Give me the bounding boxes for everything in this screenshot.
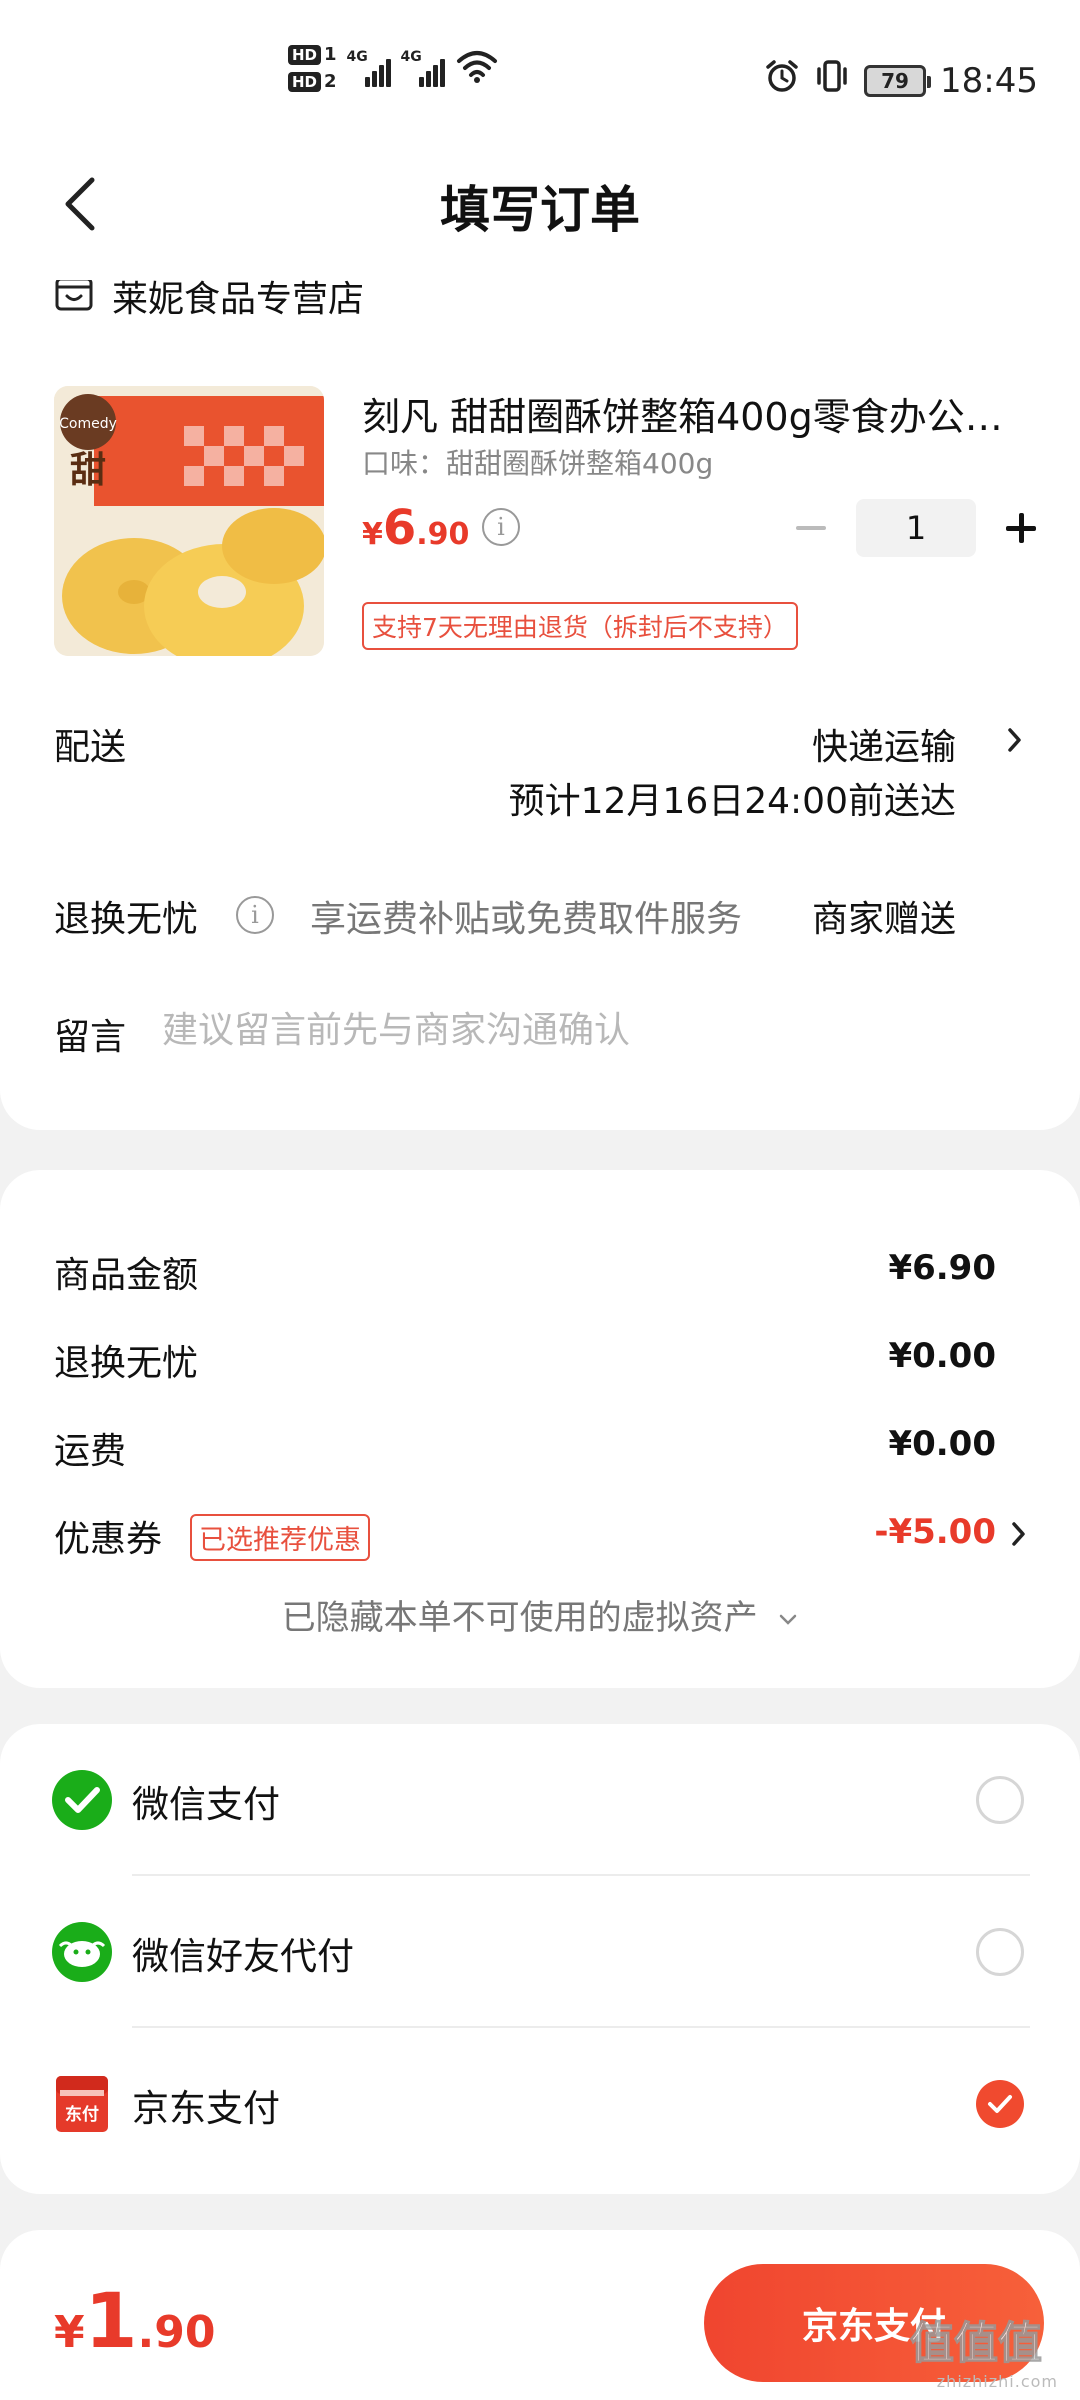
price-integer: 6 [382, 500, 417, 556]
delivery-eta: 预计12月16日24:00前送达 [508, 781, 956, 822]
wifi-icon [455, 49, 499, 87]
insurance-fee-value: ¥0.00 [888, 1336, 996, 1376]
insurance-info-icon[interactable]: i [236, 896, 274, 934]
minus-icon [796, 526, 826, 530]
coupon-badge: 已选推荐优惠 [190, 1514, 370, 1561]
coupon-label: 优惠券 [54, 1519, 163, 1560]
alarm-icon [764, 58, 800, 103]
chevron-down-icon [780, 1614, 797, 1625]
remark-label: 留言 [54, 1017, 127, 1058]
delivery-label: 配送 [54, 727, 127, 768]
insurance-gift: 商家赠送 [811, 899, 956, 940]
svg-text:值值值: 值值值 [910, 2318, 1042, 2369]
clock: 18:45 [940, 60, 1038, 101]
payment-method-card: 微信支付 微信好友代付 东付 京东支付 [0, 1724, 1080, 2194]
svg-text:甜: 甜 [70, 450, 106, 491]
check-icon [988, 2095, 1012, 2113]
watermark-url: zhizhizhi.com [936, 2372, 1058, 2391]
chevron-right-icon[interactable] [1000, 720, 1030, 760]
price-currency: ¥ [362, 517, 383, 552]
sim2-badge: HD 2 [288, 71, 337, 92]
radio-unchecked[interactable] [976, 1928, 1024, 1976]
decrease-button[interactable] [786, 498, 836, 558]
radio-unchecked[interactable] [976, 1776, 1024, 1824]
insurance-label: 退换无忧 [54, 899, 199, 940]
wechat-friend-pay-icon [52, 1922, 112, 1982]
svg-text:东付: 东付 [65, 2104, 99, 2125]
product-spec: 口味：甜甜圈酥饼整箱400g [362, 447, 714, 480]
remark-input[interactable] [162, 1010, 1022, 1051]
order-page: 莱妮食品专营店 Comedy 甜 刻凡 甜甜圈酥饼整箱400g零食办公… 口味：… [0, 0, 1080, 2400]
payment-label: 微信好友代付 [132, 1935, 354, 1978]
increase-button[interactable] [996, 498, 1046, 558]
payment-label: 京东支付 [132, 2087, 280, 2130]
battery-icon: 79 [864, 64, 932, 97]
page-header: 填写订单 [0, 150, 1080, 280]
total-amount: ¥ 1 .90 [54, 2276, 216, 2365]
product-title[interactable]: 刻凡 甜甜圈酥饼整箱400g零食办公… [362, 386, 1012, 441]
payment-label: 微信支付 [132, 1783, 280, 1826]
return-policy-badge: 支持7天无理由退货（拆封后不支持） [362, 602, 798, 650]
vibrate-icon [814, 58, 850, 103]
coupon-value[interactable]: -¥5.00 [874, 1512, 996, 1552]
shipping-fee-value: ¥0.00 [888, 1424, 996, 1464]
signal-icon: 4G [401, 49, 445, 87]
insurance-fee-label: 退换无忧 [54, 1343, 199, 1384]
product-image[interactable]: Comedy 甜 [54, 386, 324, 656]
order-card: 莱妮食品专营店 Comedy 甜 刻凡 甜甜圈酥饼整箱400g零食办公… 口味：… [0, 150, 1080, 1130]
fee-breakdown-card: 商品金额 ¥6.90 退换无忧 ¥0.00 运费 ¥0.00 优惠券 已选推荐优… [0, 1170, 1080, 1688]
page-title: 填写订单 [440, 181, 640, 239]
status-right: 79 18:45 [764, 58, 1038, 103]
svg-text:Comedy: Comedy [59, 416, 117, 432]
price-info-icon[interactable]: i [482, 508, 520, 546]
payment-option-wechat[interactable]: 微信支付 [0, 1724, 1080, 1874]
store-icon [54, 274, 94, 318]
price-decimal: .90 [416, 517, 470, 552]
signal-icon: 4G [347, 49, 391, 87]
insurance-description: 享运费补贴或免费取件服务 [310, 899, 743, 940]
quantity-stepper: 1 [786, 498, 1046, 558]
chevron-right-icon[interactable] [1004, 1514, 1034, 1554]
status-bar: HD 1 HD 2 4G 4G 79 18:45 [0, 0, 1080, 150]
radio-checked[interactable] [976, 2080, 1024, 2128]
payment-option-jd[interactable]: 东付 京东支付 [0, 2028, 1080, 2178]
payment-option-wechat-friend[interactable]: 微信好友代付 [0, 1876, 1080, 2026]
wechat-pay-icon [52, 1770, 112, 1830]
status-left: HD 1 HD 2 4G 4G [288, 44, 499, 92]
delivery-method[interactable]: 快递运输 [812, 718, 956, 770]
product-price: ¥ 6 .90 [362, 500, 469, 556]
goods-amount-label: 商品金额 [54, 1255, 199, 1296]
shipping-fee-label: 运费 [54, 1431, 127, 1472]
quantity-value[interactable]: 1 [856, 499, 976, 557]
sim1-badge: HD 1 [288, 44, 337, 65]
jd-pay-icon: 东付 [52, 2074, 112, 2134]
hidden-assets-toggle[interactable]: 已隐藏本单不可使用的虚拟资产 [0, 1590, 1080, 1639]
goods-amount-value: ¥6.90 [888, 1248, 996, 1288]
